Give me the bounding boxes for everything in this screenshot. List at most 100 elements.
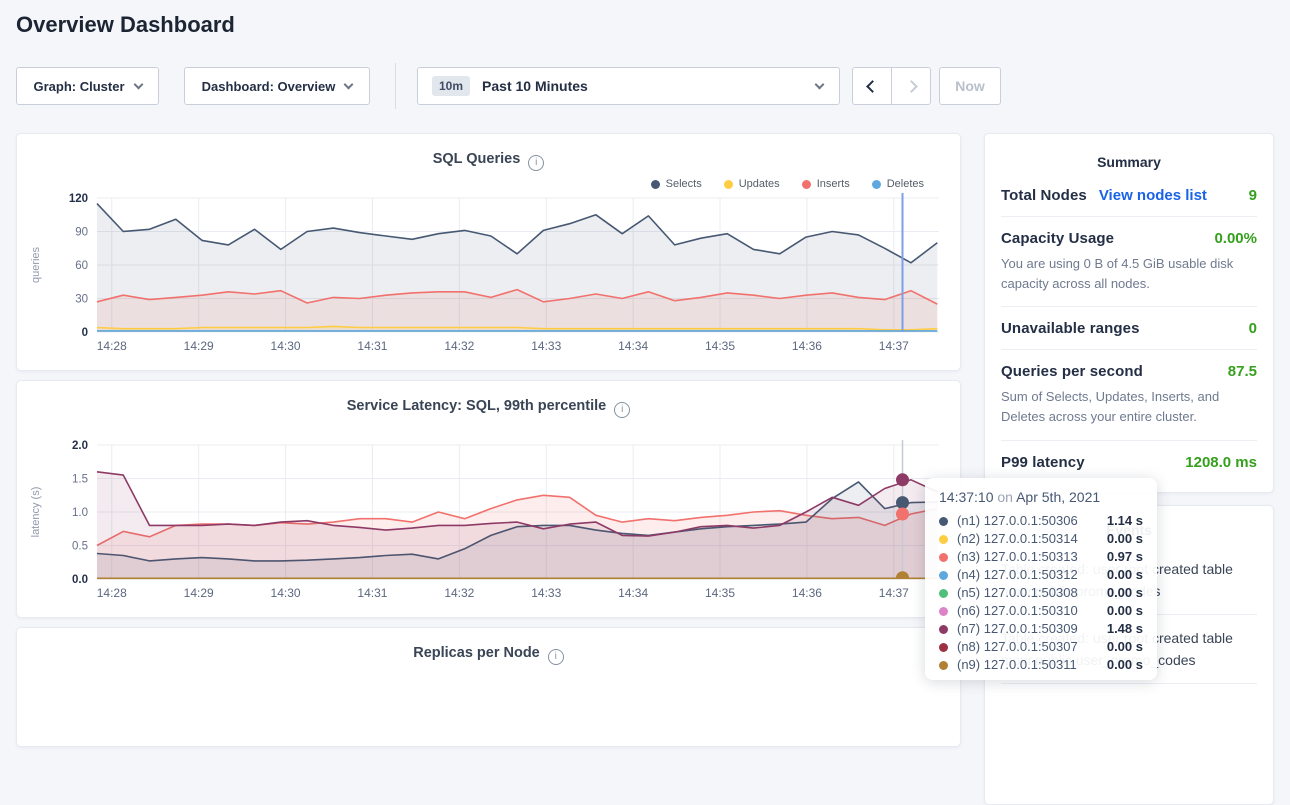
tooltip-node-label: (n4) 127.0.0.1:50312 [957,566,1078,584]
svg-text:14:37: 14:37 [879,586,909,600]
sql-queries-chart[interactable]: 030609012014:2814:2914:3014:3114:3214:33… [23,190,956,362]
replicas-per-node-title: Replicas per Node i [17,645,960,665]
tooltip-node-row: (n1) 127.0.0.1:50306 1.14 s [939,512,1143,530]
dashboard-dropdown-label: Dashboard: Overview [202,79,336,94]
service-latency-title-text: Service Latency: SQL, 99th percentile [347,398,607,414]
svg-text:14:28: 14:28 [97,339,127,353]
summary-title: Summary [1001,154,1257,170]
chevron-down-icon [344,79,354,89]
service-latency-card: Service Latency: SQL, 99th percentile i 0… [16,380,961,618]
sql-queries-card: SQL Queriesi Selects Updates Inserts Delete… [16,133,961,371]
node-color-dot-icon [939,643,948,652]
legend-dot-icon [872,180,881,189]
qps-value: 87.5 [1228,363,1257,380]
svg-text:queries: queries [30,246,42,283]
sql-queries-legend: Selects Updates Inserts Deletes [651,178,924,190]
svg-text:14:33: 14:33 [531,586,561,600]
tooltip-node-rows: (n1) 127.0.0.1:503061.14 s(n2) 127.0.0.1… [939,512,1143,674]
legend-dot-icon [651,180,660,189]
svg-text:0.0: 0.0 [72,574,88,586]
tooltip-node-value: 1.48 s [1097,620,1143,638]
svg-text:0: 0 [82,327,88,339]
summary-row-capacity-usage: Capacity Usage 0.00% You are using 0 B o… [1001,217,1257,307]
unavailable-ranges-value: 0 [1249,320,1257,337]
qps-label: Queries per second [1001,363,1143,380]
view-nodes-list-link[interactable]: View nodes list [1099,187,1207,204]
summary-row-p99-latency: P99 latency 1208.0 ms [1001,441,1257,483]
svg-text:14:36: 14:36 [792,586,822,600]
svg-text:60: 60 [75,260,88,272]
node-color-dot-icon [939,535,948,544]
chevron-down-icon [815,79,825,89]
tooltip-node-label: (n8) 127.0.0.1:50307 [957,638,1078,656]
svg-text:14:33: 14:33 [531,339,561,353]
node-color-dot-icon [939,553,948,562]
chevron-down-icon [133,79,143,89]
replicas-per-node-card: Replicas per Node i [16,627,961,747]
qps-desc: Sum of Selects, Updates, Inserts, and De… [1001,387,1257,427]
capacity-usage-label: Capacity Usage [1001,230,1114,247]
tooltip-node-value: 0.00 s [1097,656,1143,674]
legend-item-inserts[interactable]: Inserts [802,178,850,190]
tooltip-node-value: 0.00 s [1097,584,1143,602]
svg-text:latency (s): latency (s) [30,487,42,538]
time-next-button[interactable] [891,67,931,105]
tooltip-node-row: (n9) 127.0.0.1:50311 0.00 s [939,656,1143,674]
capacity-usage-value: 0.00% [1214,230,1257,247]
tooltip-node-label: (n5) 127.0.0.1:50308 [957,584,1078,602]
tooltip-node-label: (n9) 127.0.0.1:50311 [957,656,1077,674]
svg-text:14:29: 14:29 [184,339,214,353]
svg-text:14:35: 14:35 [705,586,735,600]
tooltip-node-value: 1.14 s [1097,512,1143,530]
tooltip-node-label: (n1) 127.0.0.1:50306 [957,512,1078,530]
now-button[interactable]: Now [939,67,1001,105]
info-icon[interactable]: i [528,155,544,171]
legend-item-updates[interactable]: Updates [724,178,780,190]
tooltip-node-label: (n3) 127.0.0.1:50313 [957,548,1078,566]
svg-text:0.5: 0.5 [72,541,88,553]
dashboard-dropdown[interactable]: Dashboard: Overview [184,67,370,105]
tooltip-node-value: 0.00 s [1097,602,1143,620]
tooltip-node-label: (n2) 127.0.0.1:50314 [957,530,1078,548]
legend-dot-icon [802,180,811,189]
svg-text:14:34: 14:34 [618,586,648,600]
service-latency-chart[interactable]: 0.00.51.01.52.014:2814:2914:3014:3114:32… [23,437,956,609]
svg-text:14:32: 14:32 [444,586,474,600]
legend-item-deletes[interactable]: Deletes [872,178,924,190]
svg-text:14:29: 14:29 [184,586,214,600]
p99-latency-value: 1208.0 ms [1185,454,1257,471]
legend-item-selects[interactable]: Selects [651,178,702,190]
time-range-dropdown[interactable]: 10m Past 10 Minutes [417,67,840,105]
tooltip-node-value: 0.97 s [1097,548,1143,566]
summary-panel: Summary Total Nodes View nodes list 9 Ca… [984,133,1274,493]
summary-row-qps: Queries per second 87.5 Sum of Selects, … [1001,350,1257,440]
info-icon[interactable]: i [548,649,564,665]
tooltip-node-value: 0.00 s [1097,530,1143,548]
tooltip-node-row: (n8) 127.0.0.1:503070.00 s [939,638,1143,656]
sql-queries-title: SQL Queriesi [17,151,960,171]
node-color-dot-icon [939,517,948,526]
info-icon[interactable]: i [614,402,630,418]
summary-row-unavailable-ranges: Unavailable ranges 0 [1001,307,1257,350]
tooltip-date: Apr 5th, 2021 [1016,489,1100,505]
node-color-dot-icon [939,661,948,670]
svg-text:2.0: 2.0 [72,440,88,452]
replicas-per-node-title-text: Replicas per Node [413,645,540,661]
svg-text:30: 30 [75,294,88,306]
svg-text:14:30: 14:30 [271,586,301,600]
time-prev-button[interactable] [852,67,892,105]
graph-dropdown-label: Graph: Cluster [33,79,124,94]
tooltip-node-label: (n6) 127.0.0.1:50310 [957,602,1078,620]
svg-text:14:32: 14:32 [444,339,474,353]
tooltip-node-row: (n7) 127.0.0.1:503091.48 s [939,620,1143,638]
graph-dropdown[interactable]: Graph: Cluster [16,67,159,105]
unavailable-ranges-label: Unavailable ranges [1001,320,1140,337]
page-title: Overview Dashboard [16,12,235,38]
svg-text:14:28: 14:28 [97,586,127,600]
controls-divider [395,63,396,109]
time-range-badge: 10m [432,76,470,96]
now-button-label: Now [955,78,985,94]
tooltip-node-row: (n2) 127.0.0.1:50314 0.00 s [939,530,1143,548]
svg-text:1.5: 1.5 [72,474,88,486]
svg-text:14:31: 14:31 [357,586,387,600]
